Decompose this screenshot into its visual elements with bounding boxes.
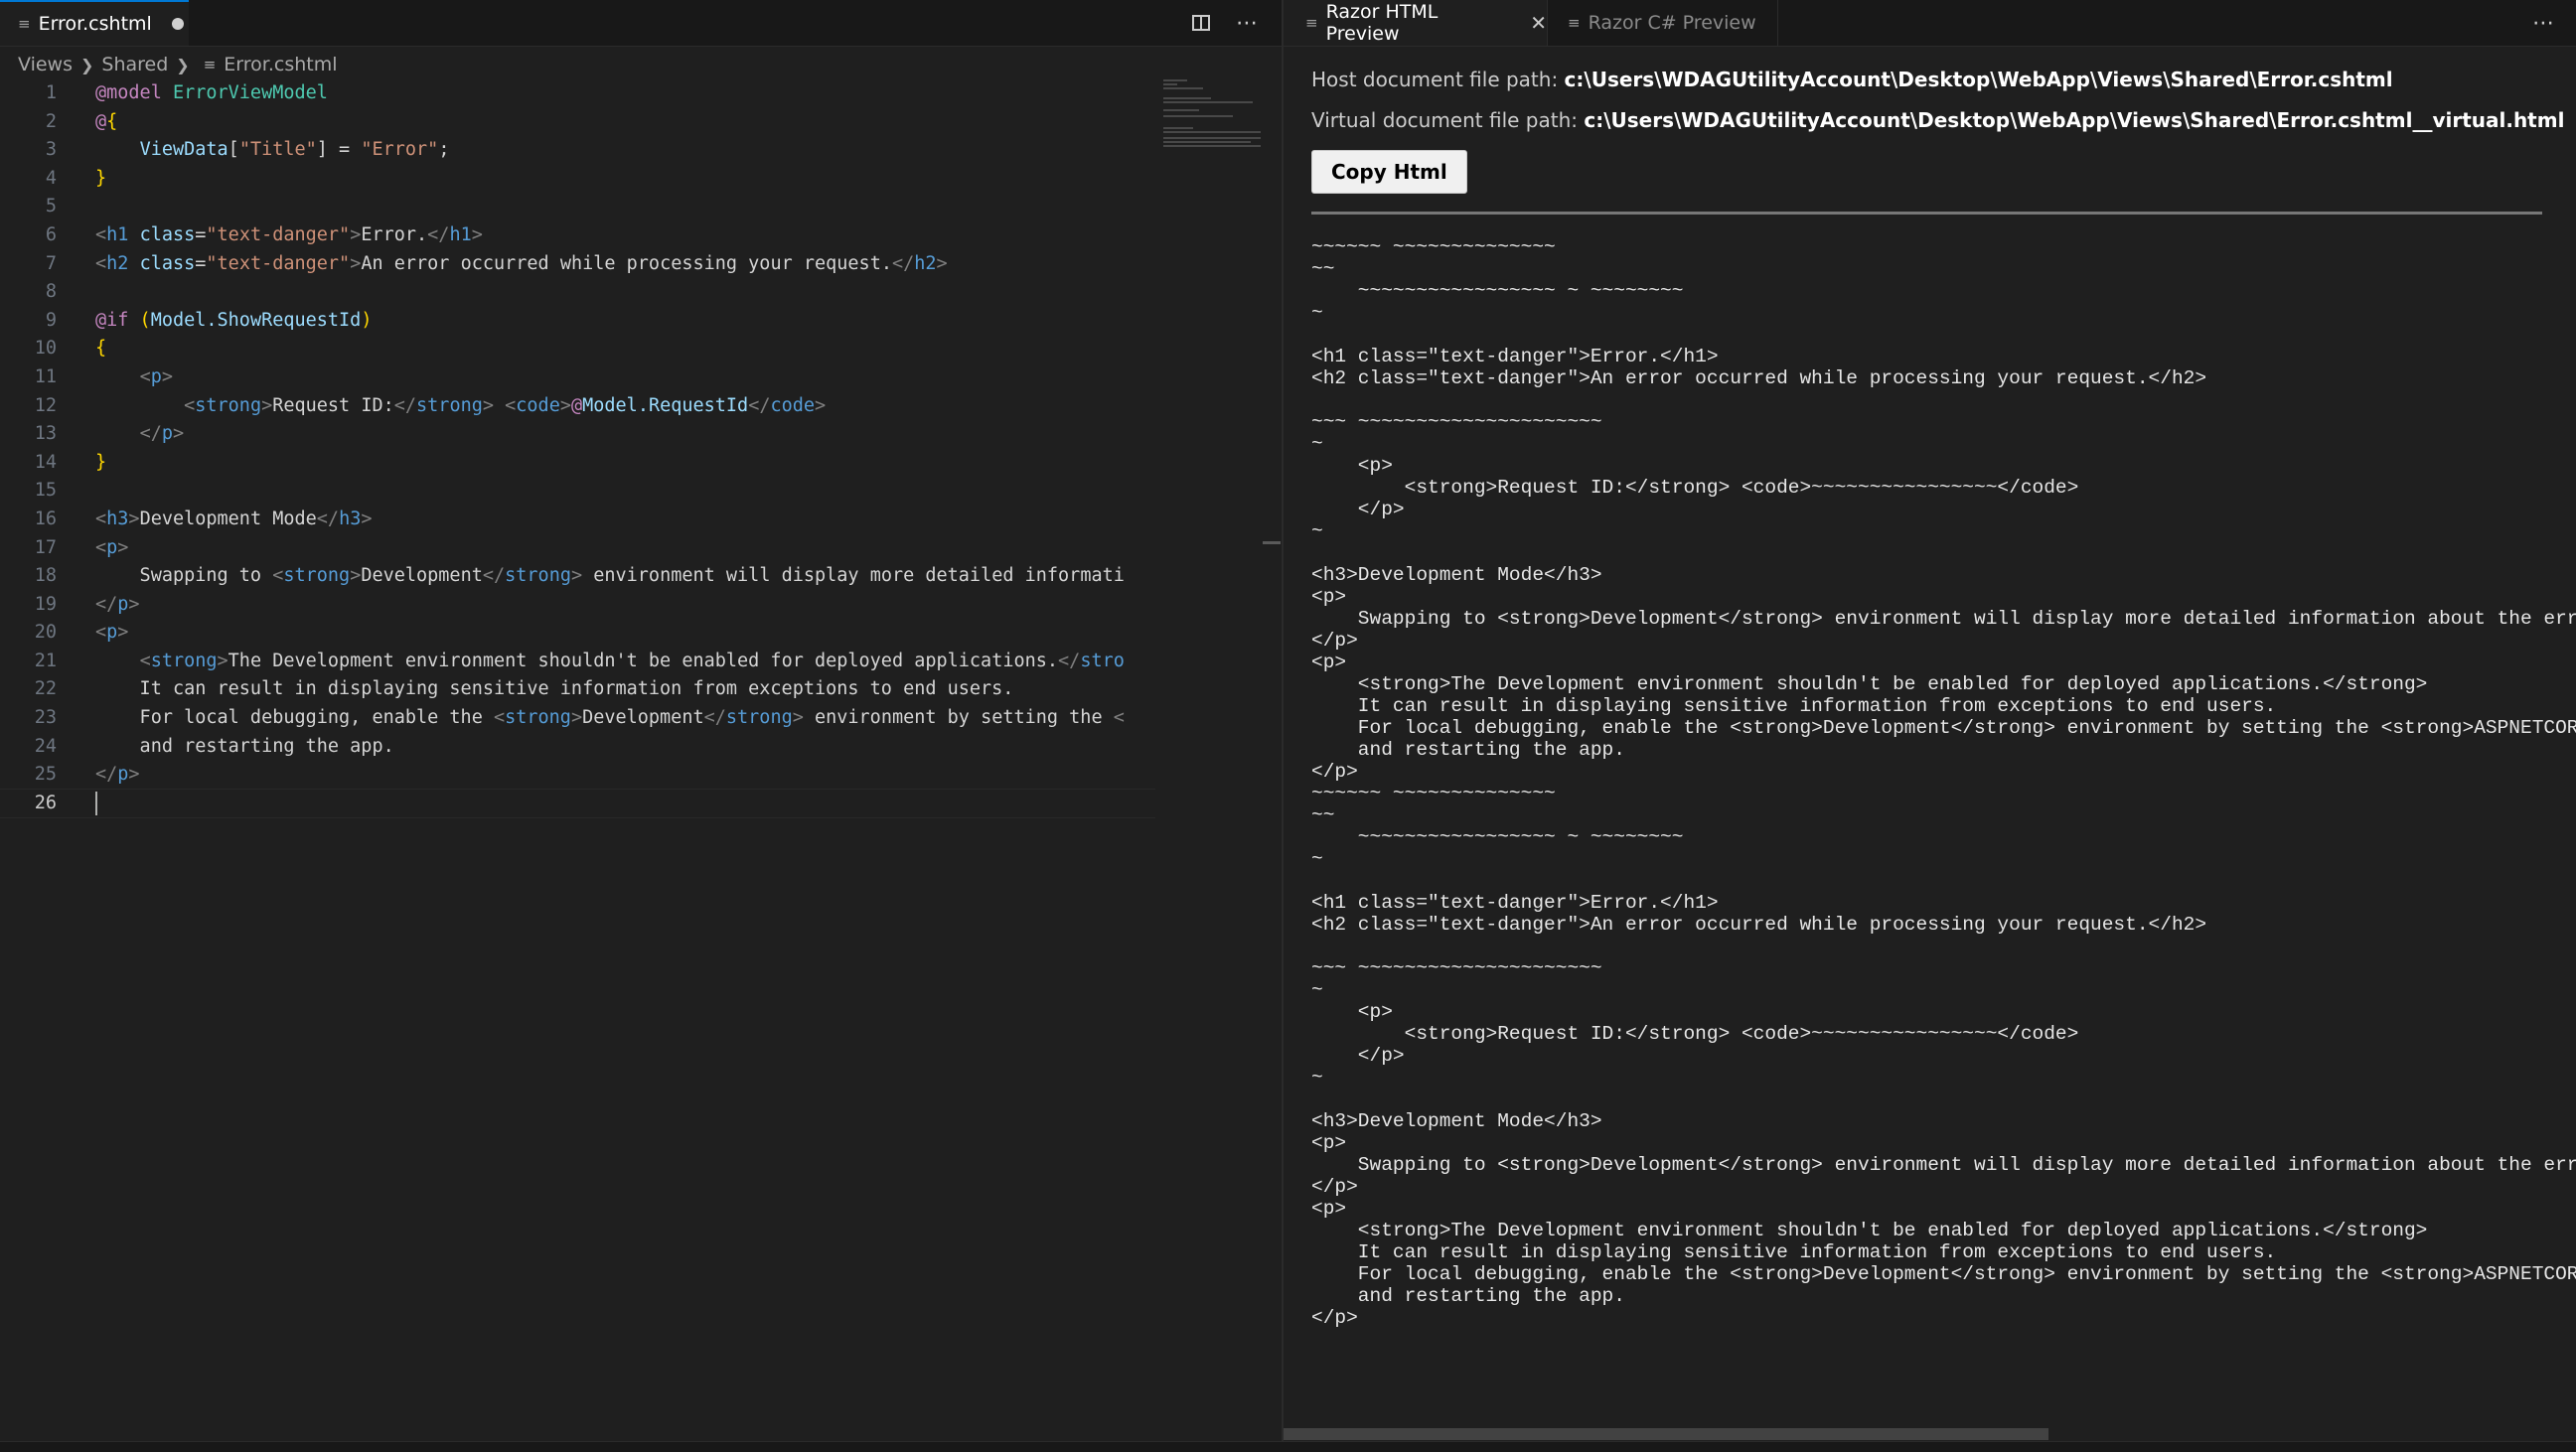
chevron-right-icon: ❯ <box>176 55 190 74</box>
code-line: 22 It can result in displaying sensitive… <box>0 675 1155 704</box>
line-number: 10 <box>34 338 57 360</box>
list-icon: ≡ <box>203 56 217 73</box>
host-path-label: Host document file path: <box>1311 68 1559 91</box>
code-line: 13 </p> <box>0 420 1155 449</box>
code-line: 21 <strong>The Development environment s… <box>0 648 1155 676</box>
line-number: 2 <box>45 110 57 132</box>
list-icon: ≡ <box>1568 14 1581 32</box>
left-editor-group: ≡ Error.cshtml ⋯ Views ❯ Shared ❯ ≡ Erro… <box>0 0 1284 1442</box>
line-number: 6 <box>45 223 57 245</box>
html-preview-panel: Host document file path: c:\Users\WDAGUt… <box>1311 46 2576 1422</box>
more-actions-icon[interactable]: ⋯ <box>2532 11 2554 36</box>
generated-html-output: ~~~~~~ ~~~~~~~~~~~~~~ ~~ ~~~~~~~~~~~~~~~… <box>1311 236 2576 1329</box>
split-editor-icon[interactable] <box>1192 15 1210 31</box>
line-number: 16 <box>34 508 57 529</box>
tab-title: Error.cshtml <box>38 13 152 35</box>
virtual-path-label: Virtual document file path: <box>1311 108 1578 132</box>
line-number: 3 <box>45 139 57 161</box>
copy-html-button[interactable]: Copy Html <box>1311 150 1467 194</box>
line-number: 9 <box>45 309 57 331</box>
code-line: 19 </p> <box>0 591 1155 620</box>
breadcrumb-item-shared[interactable]: Shared <box>101 54 168 75</box>
code-line: 11 <p> <box>0 363 1155 392</box>
list-icon: ≡ <box>1305 14 1318 32</box>
virtual-path-row: Virtual document file path: c:\Users\WDA… <box>1311 108 2576 132</box>
tab-title: Razor HTML Preview <box>1325 1 1439 45</box>
code-line: 7 <h2 class="text-danger">An error occurr… <box>0 250 1155 279</box>
right-editor-group: ≡ Razor HTML Preview ✕ ≡ Razor C# Previe… <box>1284 0 2576 1442</box>
tab-title: Razor C# Preview <box>1588 12 1756 34</box>
line-number: 17 <box>34 536 57 558</box>
code-line: 12 <strong>Request ID:</strong> <code>@M… <box>0 392 1155 421</box>
line-number: 8 <box>45 281 57 303</box>
tab-razor-csharp-preview[interactable]: ≡ Razor C# Preview <box>1548 0 1778 46</box>
editor-actions: ⋯ <box>1192 0 1258 46</box>
virtual-path-value: c:\Users\WDAGUtilityAccount\Desktop\WebA… <box>1584 108 2565 132</box>
code-line: 15 <box>0 477 1155 506</box>
code-line: 3 ViewData["Title"] = "Error"; <box>0 136 1155 165</box>
code-line-current: 26 <box>0 788 1156 819</box>
line-number: 25 <box>34 764 57 786</box>
status-bar <box>0 1441 2576 1452</box>
line-number: 7 <box>45 252 57 274</box>
unsaved-dot-icon[interactable] <box>171 18 184 30</box>
left-tab-bar: ≡ Error.cshtml ⋯ <box>0 0 1282 47</box>
chevron-right-icon: ❯ <box>80 55 94 74</box>
line-number: 15 <box>34 480 57 502</box>
line-number: 21 <box>34 650 57 671</box>
line-number: 4 <box>45 167 57 189</box>
horizontal-scrollbar[interactable] <box>1284 1428 2048 1440</box>
line-number: 22 <box>34 678 57 700</box>
line-number: 14 <box>34 451 57 473</box>
editor-actions: ⋯ <box>2532 0 2554 46</box>
right-tab-bar: ≡ Razor HTML Preview ✕ ≡ Razor C# Previe… <box>1284 0 2576 47</box>
breadcrumb-item-file[interactable]: Error.cshtml <box>224 54 337 75</box>
tab-error-cshtml[interactable]: ≡ Error.cshtml <box>0 0 189 46</box>
line-number: 13 <box>34 423 57 445</box>
code-line: 6 <h1 class="text-danger">Error.</h1> <box>0 221 1155 250</box>
code-line: 16 <h3>Development Mode</h3> <box>0 506 1155 534</box>
line-number: 19 <box>34 593 57 615</box>
text-cursor <box>95 791 97 815</box>
code-line: 2 @{ <box>0 108 1155 137</box>
code-line: 25 </p> <box>0 761 1155 790</box>
more-actions-icon[interactable]: ⋯ <box>1236 11 1258 36</box>
breadcrumb-item-views[interactable]: Views <box>18 54 73 75</box>
line-number: 11 <box>34 365 57 387</box>
code-line: 4} <box>0 165 1155 194</box>
line-number: 18 <box>34 565 57 587</box>
code-line: 18 Swapping to <strong>Development</stro… <box>0 562 1155 591</box>
code-line: 24 and restarting the app. <box>0 733 1155 762</box>
tab-razor-html-preview[interactable]: ≡ Razor HTML Preview ✕ <box>1284 0 1548 46</box>
code-line: 10{ <box>0 335 1155 363</box>
code-editor[interactable]: 1 @model ErrorViewModel 2 @{ 3 ViewData["T… <box>0 79 1156 819</box>
breadcrumb: Views ❯ Shared ❯ ≡ Error.cshtml <box>18 50 338 79</box>
line-number: 20 <box>34 622 57 644</box>
minimap[interactable] <box>1155 79 1263 1442</box>
code-line: 1 @model ErrorViewModel <box>0 79 1155 108</box>
list-icon: ≡ <box>18 15 31 33</box>
host-path-row: Host document file path: c:\Users\WDAGUt… <box>1311 68 2576 91</box>
code-line: 8 <box>0 278 1155 307</box>
host-path-value: c:\Users\WDAGUtilityAccount\Desktop\WebA… <box>1564 68 2393 91</box>
line-number: 26 <box>34 792 57 813</box>
line-number: 23 <box>34 707 57 729</box>
code-line: 14} <box>0 449 1155 478</box>
code-line: 17 <p> <box>0 534 1155 563</box>
line-number: 24 <box>34 735 57 757</box>
split-sash[interactable] <box>1263 541 1281 544</box>
code-line: 23 For local debugging, enable the <stro… <box>0 704 1155 733</box>
code-line: 5 <box>0 193 1155 221</box>
code-line: 20 <p> <box>0 619 1155 648</box>
code-line: 9 @if (Model.ShowRequestId) <box>0 307 1155 336</box>
line-number: 1 <box>45 82 57 103</box>
line-number: 12 <box>34 394 57 416</box>
line-number: 5 <box>45 196 57 218</box>
close-icon[interactable]: ✕ <box>1530 11 1547 35</box>
divider <box>1311 212 2542 215</box>
